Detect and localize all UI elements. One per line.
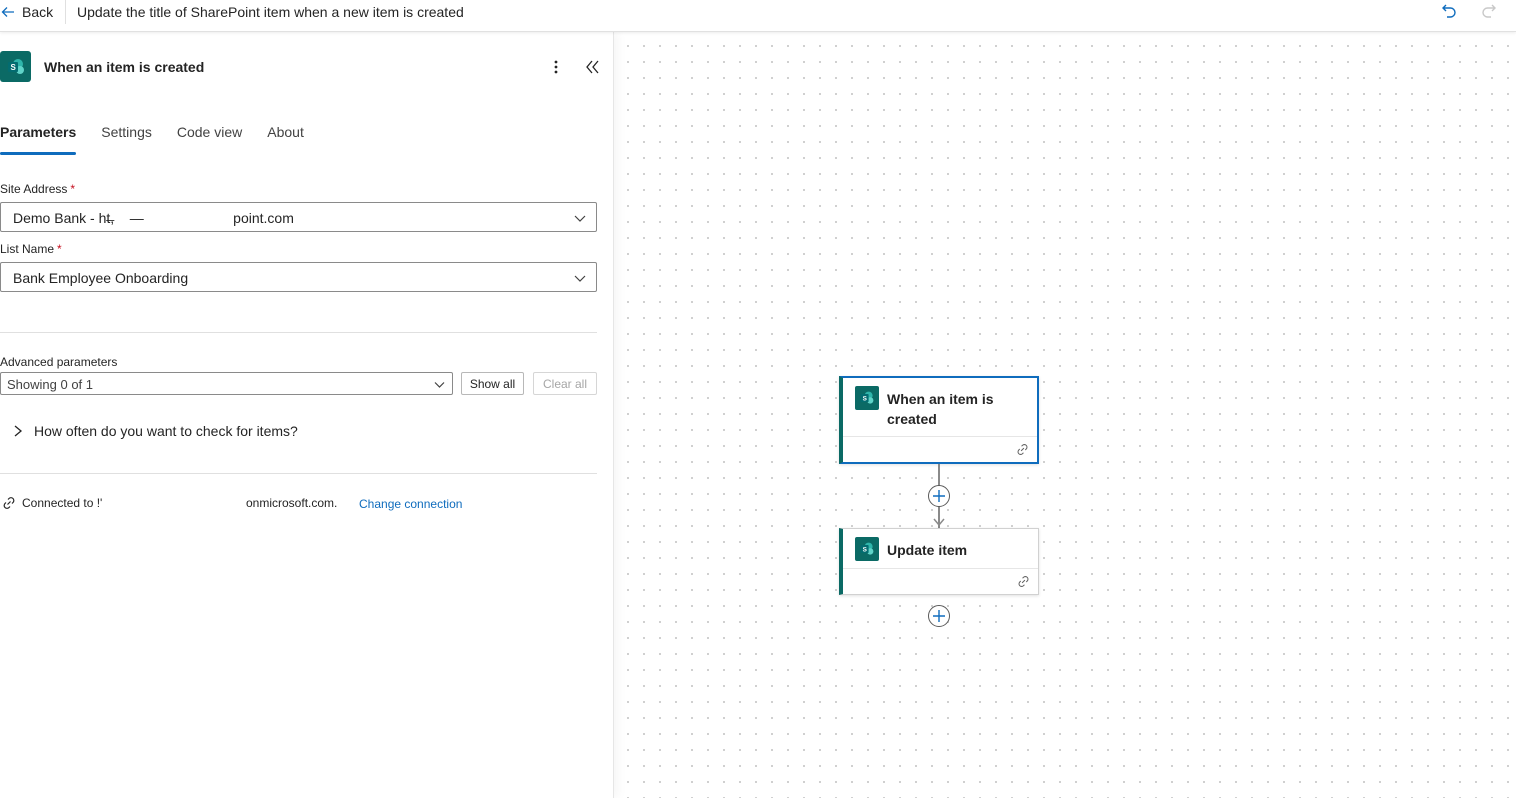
required-mark: *	[70, 182, 76, 196]
tab-parameters[interactable]: Parameters	[0, 124, 77, 156]
site-address-value: Demo Bank - ht̶, — point.com	[13, 210, 294, 226]
divider	[65, 0, 66, 24]
panel-tabs: Parameters Settings Code view About	[0, 124, 329, 156]
undo-icon[interactable]	[1440, 2, 1458, 20]
advanced-parameters-label: Advanced parameters	[0, 355, 118, 369]
sharepoint-icon: S	[855, 386, 879, 410]
divider	[0, 473, 597, 474]
add-step-button[interactable]	[928, 485, 950, 507]
link-icon	[1018, 576, 1029, 587]
chevron-down-icon	[574, 275, 586, 282]
svg-text:S: S	[10, 63, 16, 72]
flow-title: Update the title of SharePoint item when…	[77, 4, 464, 20]
back-arrow-icon	[1, 7, 14, 17]
back-label: Back	[22, 4, 54, 20]
advanced-parameters-select[interactable]: Showing 0 of 1	[0, 372, 453, 395]
sharepoint-icon: S	[855, 537, 879, 561]
connection-prefix: Connected to !'	[22, 496, 103, 510]
sharepoint-icon: S	[0, 51, 31, 82]
chevron-down-icon	[574, 215, 586, 222]
chevron-down-icon	[434, 382, 445, 388]
link-icon	[3, 497, 15, 509]
top-bar: Back Update the title of SharePoint item…	[0, 0, 1516, 32]
add-step-icon	[933, 490, 945, 502]
frequency-section-toggle[interactable]: How often do you want to check for items…	[12, 421, 298, 441]
add-step-button[interactable]	[928, 605, 950, 627]
change-connection-link[interactable]: Change connection	[359, 497, 462, 511]
panel-header: S When an item is created	[0, 51, 614, 83]
back-button[interactable]: Back	[0, 0, 53, 24]
redo-icon[interactable]	[1480, 2, 1498, 20]
connection-row: Connected to !' onmicrosoft.com. Change …	[0, 494, 600, 512]
divider	[0, 332, 597, 333]
designer-canvas[interactable]: S When an item is created S Update item	[614, 32, 1516, 798]
clear-all-button[interactable]: Clear all	[533, 372, 597, 395]
advanced-parameters-value: Showing 0 of 1	[7, 377, 94, 392]
link-icon	[1017, 444, 1028, 455]
node-title: When an item is created	[887, 391, 994, 427]
site-address-dropdown[interactable]: Demo Bank - ht̶, — point.com	[0, 202, 597, 232]
more-vertical-icon[interactable]	[548, 58, 564, 76]
node-footer	[843, 436, 1037, 462]
arrow-down-icon	[933, 518, 945, 527]
node-trigger-card[interactable]: S When an item is created	[839, 376, 1039, 464]
node-title: Update item	[887, 542, 968, 558]
svg-text:S: S	[863, 395, 868, 402]
required-mark: *	[57, 242, 62, 256]
tab-settings[interactable]: Settings	[101, 124, 152, 156]
add-step-icon	[933, 610, 945, 622]
list-name-label: List Name *	[0, 242, 62, 256]
panel-title: When an item is created	[44, 59, 205, 75]
details-panel: S When an item is created Parameters Set…	[0, 32, 614, 798]
show-all-button[interactable]: Show all	[461, 372, 524, 395]
tab-code-view[interactable]: Code view	[177, 124, 242, 156]
svg-text:S: S	[863, 546, 868, 553]
frequency-label: How often do you want to check for items…	[34, 423, 298, 439]
list-name-dropdown[interactable]: Bank Employee Onboarding	[0, 262, 597, 292]
site-address-label: Site Address *	[0, 182, 76, 196]
list-name-value: Bank Employee Onboarding	[13, 270, 189, 286]
node-footer	[843, 568, 1038, 594]
connection-domain: onmicrosoft.com.	[246, 496, 338, 510]
tab-about[interactable]: About	[267, 124, 304, 156]
collapse-panel-icon[interactable]	[584, 58, 600, 76]
chevron-right-icon	[14, 425, 23, 437]
node-action-card[interactable]: S Update item	[839, 528, 1039, 595]
